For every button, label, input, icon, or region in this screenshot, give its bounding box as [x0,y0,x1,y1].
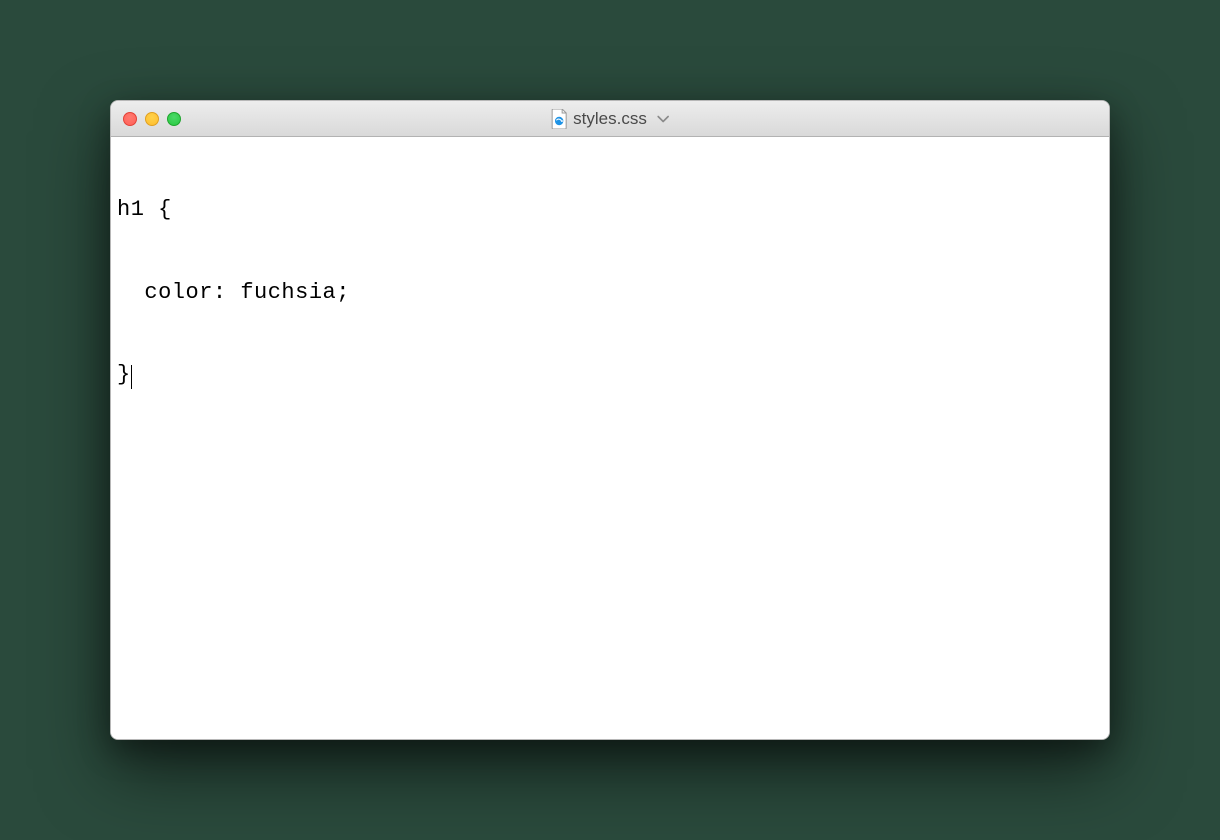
maximize-button[interactable] [167,112,181,126]
code-line: } [117,361,1103,389]
window-title: styles.css [573,109,647,129]
window-title-group[interactable]: styles.css [551,109,669,129]
titlebar[interactable]: styles.css [111,101,1109,137]
minimize-button[interactable] [145,112,159,126]
editor-area[interactable]: h1 { color: fuchsia; } [111,137,1109,739]
editor-window: styles.css h1 { color: fuchsia; } [110,100,1110,740]
chevron-down-icon[interactable] [657,115,669,123]
close-button[interactable] [123,112,137,126]
code-line: h1 { [117,196,1103,224]
code-text: } [117,362,131,387]
file-icon [551,109,567,129]
code-line: color: fuchsia; [117,279,1103,307]
text-cursor [131,365,133,389]
traffic-lights [123,112,181,126]
